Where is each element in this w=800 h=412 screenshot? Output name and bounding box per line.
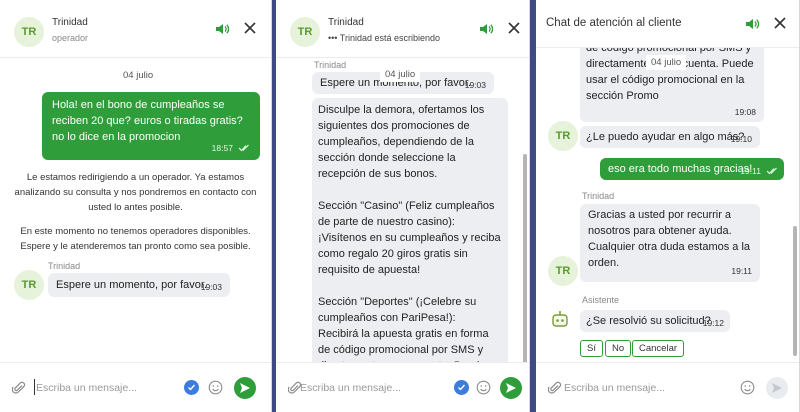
speaker-icon[interactable] — [478, 21, 494, 37]
send-icon — [506, 383, 516, 393]
quick-replies: Sí No Cancelar — [580, 340, 780, 358]
message-text: Disculpe la demora, ofertamos los siguie… — [318, 104, 501, 362]
send-button[interactable] — [234, 377, 256, 399]
message-input[interactable]: Escriba un mensaje... — [36, 382, 137, 394]
answer-yes-button[interactable]: Sí — [580, 340, 603, 357]
outgoing-message: Hola! en el bono de cumpleaños se recibe… — [42, 92, 260, 160]
close-icon[interactable] — [772, 15, 788, 31]
close-icon[interactable] — [506, 20, 522, 36]
sender-name: Trinidad — [582, 191, 615, 201]
emoji-icon[interactable] — [740, 380, 755, 395]
message-input[interactable]: Escriba un mensaje... — [300, 382, 401, 394]
chat-header: TR Trinidad operador — [0, 0, 271, 58]
check-icon[interactable] — [454, 380, 469, 395]
emoji-icon[interactable] — [476, 380, 491, 395]
emoji-icon[interactable] — [208, 380, 223, 395]
message-time: 19:11 — [731, 266, 752, 276]
message-time: 19:12 — [702, 318, 724, 328]
double-check-icon — [238, 144, 249, 152]
message-input[interactable]: Escriba un mensaje... — [564, 382, 665, 394]
speaker-icon[interactable] — [214, 21, 230, 37]
operator-avatar: TR — [548, 121, 578, 151]
check-icon[interactable] — [184, 380, 199, 395]
speaker-icon[interactable] — [744, 16, 760, 32]
chat-header: TR Trinidad ••• Trinidad está escribiend… — [276, 0, 529, 58]
message-composer: Escriba un mensaje... — [0, 362, 271, 412]
system-message: Le estamos redirigiendo a un operador. Y… — [14, 172, 257, 213]
date-separator: 04 julio — [118, 68, 159, 83]
message-composer: Escriba un mensaje... — [276, 362, 529, 412]
sender-name: Trinidad — [48, 261, 81, 271]
double-check-icon — [766, 167, 777, 175]
operator-name: Trinidad — [328, 17, 364, 28]
send-icon — [240, 383, 250, 393]
incoming-message: Gracias a usted por recurrir a nosotros … — [580, 204, 760, 282]
answer-cancel-button[interactable]: Cancelar — [632, 340, 685, 357]
message-text: ¿Se resolvió su solicitud? — [586, 315, 711, 327]
message-time: 19:03 — [200, 282, 222, 292]
operator-status: operador — [52, 33, 89, 43]
chat-panel-3: Chat de atención al cliente de código pr… — [536, 0, 800, 412]
operator-avatar: TR — [548, 256, 578, 286]
message-list[interactable]: Trinidad Espere un momento, por favor. 1… — [276, 58, 529, 362]
incoming-message: ¿Le puedo ayudar en algo más? 19:10 — [580, 126, 760, 148]
chat-title: Chat de atención al cliente — [546, 17, 682, 29]
typing-indicator: ••• Trinidad está escribiendo — [328, 33, 441, 43]
send-icon — [772, 383, 782, 393]
operator-avatar: TR — [290, 17, 320, 47]
incoming-message: ¿Se resolvió su solicitud? 19:12 — [580, 310, 730, 332]
sender-name: Asistente — [582, 295, 620, 305]
date-separator: 04 julio — [380, 67, 421, 82]
operator-avatar: TR — [14, 17, 44, 47]
message-text: eso era todo muchas gracias! — [608, 163, 753, 175]
close-icon[interactable] — [242, 20, 258, 36]
scrollbar[interactable] — [523, 154, 527, 362]
chat-panel-2: TR Trinidad ••• Trinidad está escribiend… — [276, 0, 530, 412]
message-time: 19:11 — [740, 166, 761, 176]
operator-avatar: TR — [14, 270, 44, 300]
date-separator: 04 julio — [646, 55, 687, 70]
incoming-message: Disculpe la demora, ofertamos los siguie… — [312, 98, 508, 362]
message-composer: Escriba un mensaje... — [536, 362, 799, 412]
message-text: Gracias a usted por recurrir a nosotros … — [588, 209, 751, 269]
message-list[interactable]: de código promocional por SMS y directam… — [536, 48, 799, 362]
message-text: Hola! en el bono de cumpleaños se recibe… — [52, 99, 243, 143]
send-button[interactable] — [766, 377, 788, 399]
message-time: 19:08 — [734, 107, 756, 117]
chat-header: Chat de atención al cliente — [536, 0, 799, 48]
scrollbar[interactable] — [793, 226, 797, 356]
system-message: En este momento no tenemos operadores di… — [20, 226, 251, 252]
message-time: 19:10 — [730, 134, 752, 144]
chat-panel-1: TR Trinidad operador 04 julio Hola! en e… — [0, 0, 272, 412]
answer-no-button[interactable]: No — [605, 340, 632, 357]
send-button[interactable] — [500, 377, 522, 399]
message-text: ¿Le puedo ayudar en algo más? — [586, 131, 745, 143]
operator-name: Trinidad — [52, 17, 88, 28]
message-time: 19:03 — [464, 80, 486, 90]
message-list[interactable]: 04 julio Hola! en el bono de cumpleaños … — [0, 58, 271, 362]
sender-name: Trinidad — [314, 60, 347, 70]
incoming-message: Espere un momento, por favor. 19:03 — [48, 273, 230, 297]
message-text: Espere un momento, por favor. — [56, 279, 208, 291]
outgoing-message: eso era todo muchas gracias! 19:11 — [600, 158, 784, 180]
text-cursor — [34, 379, 35, 395]
message-time: 18:57 — [211, 143, 233, 153]
paperclip-icon[interactable] — [12, 381, 26, 395]
paperclip-icon[interactable] — [548, 381, 562, 395]
robot-icon — [552, 311, 568, 327]
